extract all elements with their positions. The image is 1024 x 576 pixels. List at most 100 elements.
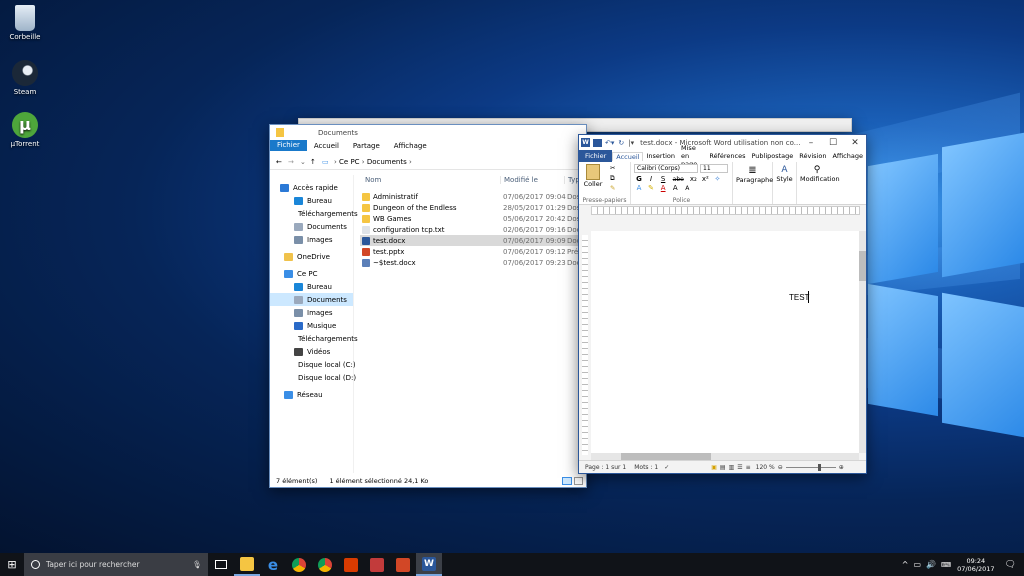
nav-pc-videos[interactable]: Vidéos: [270, 345, 353, 358]
nav-desktop[interactable]: Bureau: [270, 194, 353, 207]
underline-button[interactable]: S: [658, 175, 668, 183]
copy-icon[interactable]: ⧉: [610, 174, 615, 183]
breadcrumb[interactable]: › Ce PC › Documents ›: [334, 158, 412, 166]
text-effects-icon[interactable]: A: [634, 184, 644, 192]
bold-button[interactable]: G: [634, 175, 644, 183]
file-row[interactable]: WB Games 05/06/2017 20:42 Dos: [360, 213, 586, 224]
document-text[interactable]: TEST: [789, 293, 809, 302]
file-row[interactable]: configuration tcp.txt 02/06/2017 09:16 Doc: [360, 224, 586, 235]
word-tab[interactable]: Révision: [796, 152, 829, 160]
paragraph-group[interactable]: ≣ Paragraphe: [733, 162, 773, 204]
start-button[interactable]: ⊞: [0, 553, 24, 576]
desktop-icon-steam[interactable]: Steam: [0, 60, 50, 96]
word-title-bar[interactable]: W ↶▾ ↻ |▾ test.docx - Microsoft Word uti…: [579, 135, 866, 150]
nav-downloads[interactable]: Téléchargements: [270, 207, 358, 220]
document-page[interactable]: TEST: [591, 231, 859, 453]
quick-access-toolbar-icon[interactable]: [276, 128, 284, 137]
zoom-in-icon[interactable]: ⊕: [839, 464, 844, 471]
proofing-icon[interactable]: ✓: [664, 464, 669, 471]
web-layout-icon[interactable]: ▥: [729, 464, 735, 471]
paste-button[interactable]: Coller: [582, 164, 604, 188]
nav-pc-images[interactable]: Images: [270, 306, 353, 319]
tab-view[interactable]: Affichage: [387, 142, 434, 150]
tab-home[interactable]: Accueil: [307, 142, 346, 150]
file-row[interactable]: test.docx 07/06/2017 09:09 Doc: [360, 235, 586, 246]
file-row[interactable]: Administratif 07/06/2017 09:04 Dos: [360, 191, 586, 202]
word-window[interactable]: W ↶▾ ↻ |▾ test.docx - Microsoft Word uti…: [578, 134, 867, 474]
close-button[interactable]: ✕: [844, 138, 866, 148]
taskbar-powerpoint[interactable]: [390, 553, 416, 576]
search-box[interactable]: Taper ici pour rechercher 🎙: [24, 553, 208, 576]
vertical-ruler[interactable]: [582, 235, 588, 455]
zoom-slider[interactable]: [785, 463, 836, 471]
file-row[interactable]: ~$test.docx 07/06/2017 09:23 Doc: [360, 257, 586, 268]
nav-network[interactable]: Réseau: [270, 388, 353, 401]
volume-icon[interactable]: 🔊: [926, 560, 936, 569]
editing-group[interactable]: ⚲ Modification: [797, 162, 840, 204]
show-hidden-icons[interactable]: ^: [902, 560, 909, 569]
minimize-button[interactable]: –: [800, 138, 822, 148]
shrink-font-icon[interactable]: A: [682, 185, 692, 192]
nav-drive-d[interactable]: Disque local (D:): [270, 371, 356, 384]
horizontal-scrollbar[interactable]: [591, 453, 859, 460]
taskbar-word[interactable]: W: [416, 553, 442, 576]
font-size-select[interactable]: 11: [700, 164, 728, 173]
breadcrumb-root[interactable]: Ce PC: [339, 158, 360, 166]
clock[interactable]: 09:24 07/06/2017: [957, 557, 994, 573]
strikethrough-button[interactable]: abe: [670, 176, 686, 183]
tab-file[interactable]: Fichier: [270, 140, 307, 151]
address-bar[interactable]: ← → ⌄ ↑ ▭ › Ce PC › Documents ›: [270, 154, 586, 170]
grow-font-icon[interactable]: A: [670, 184, 680, 192]
word-count[interactable]: Mots : 1: [634, 464, 658, 471]
up-icon[interactable]: ↑: [310, 158, 322, 166]
word-tab[interactable]: Accueil: [612, 151, 644, 161]
word-tab[interactable]: Références: [706, 152, 748, 160]
taskbar-chrome[interactable]: [286, 553, 312, 576]
forward-icon[interactable]: →: [288, 158, 300, 166]
customize-toolbar-icon[interactable]: |▾: [628, 139, 634, 147]
desktop-icon-utorrent[interactable]: µ µTorrent: [0, 112, 50, 148]
cut-icon[interactable]: ✂: [610, 164, 615, 172]
tab-share[interactable]: Partage: [346, 142, 387, 150]
chevron-down-icon[interactable]: ⌄: [300, 158, 310, 166]
taskbar-file-explorer[interactable]: [234, 553, 260, 576]
notifications-icon[interactable]: 🗨: [1005, 560, 1016, 570]
microphone-icon[interactable]: 🎙: [192, 560, 202, 569]
nav-documents[interactable]: Documents: [270, 220, 353, 233]
vertical-scrollbar[interactable]: [859, 231, 866, 453]
nav-pc-desktop[interactable]: Bureau: [270, 280, 353, 293]
maximize-button[interactable]: ☐: [822, 138, 844, 148]
word-tab[interactable]: Affichage: [829, 152, 866, 160]
back-icon[interactable]: ←: [276, 158, 288, 166]
format-painter-icon[interactable]: ✎: [610, 184, 615, 192]
horizontal-ruler[interactable]: [591, 206, 860, 215]
taskbar-app[interactable]: [364, 553, 390, 576]
column-modified[interactable]: Modifié le: [500, 175, 564, 184]
word-tab[interactable]: Insertion: [643, 152, 678, 160]
clear-format-icon[interactable]: ✧: [712, 175, 722, 183]
outline-icon[interactable]: ☰: [737, 464, 742, 471]
nav-pc-music[interactable]: Musique: [270, 319, 353, 332]
italic-button[interactable]: I: [646, 175, 656, 183]
nav-onedrive[interactable]: OneDrive: [270, 250, 353, 263]
nav-pc-downloads[interactable]: Téléchargements: [270, 332, 358, 345]
nav-images[interactable]: Images: [270, 233, 353, 246]
desktop-icon-recycle-bin[interactable]: Corbeille: [0, 5, 50, 41]
taskbar-edge[interactable]: e: [260, 553, 286, 576]
style-group[interactable]: A Style: [773, 162, 797, 204]
font-name-select[interactable]: Calibri (Corps): [634, 164, 698, 173]
save-icon[interactable]: [593, 138, 602, 147]
page-count[interactable]: Page : 1 sur 1: [585, 464, 626, 471]
column-name[interactable]: Nom: [360, 176, 500, 184]
keyboard-icon[interactable]: ⌨: [941, 561, 951, 569]
font-color-icon[interactable]: A: [658, 184, 668, 192]
word-tab[interactable]: Fichier: [579, 150, 613, 162]
nav-this-pc[interactable]: Ce PC: [270, 267, 353, 280]
undo-icon[interactable]: ↶▾: [605, 139, 614, 147]
large-icons-view-icon[interactable]: [574, 476, 583, 485]
nav-drive-c[interactable]: Disque local (C:): [270, 358, 356, 371]
network-icon[interactable]: ▭: [913, 560, 921, 569]
superscript-button[interactable]: x²: [700, 175, 710, 183]
print-layout-icon[interactable]: ▣: [711, 464, 717, 471]
redo-icon[interactable]: ↻: [618, 139, 624, 147]
